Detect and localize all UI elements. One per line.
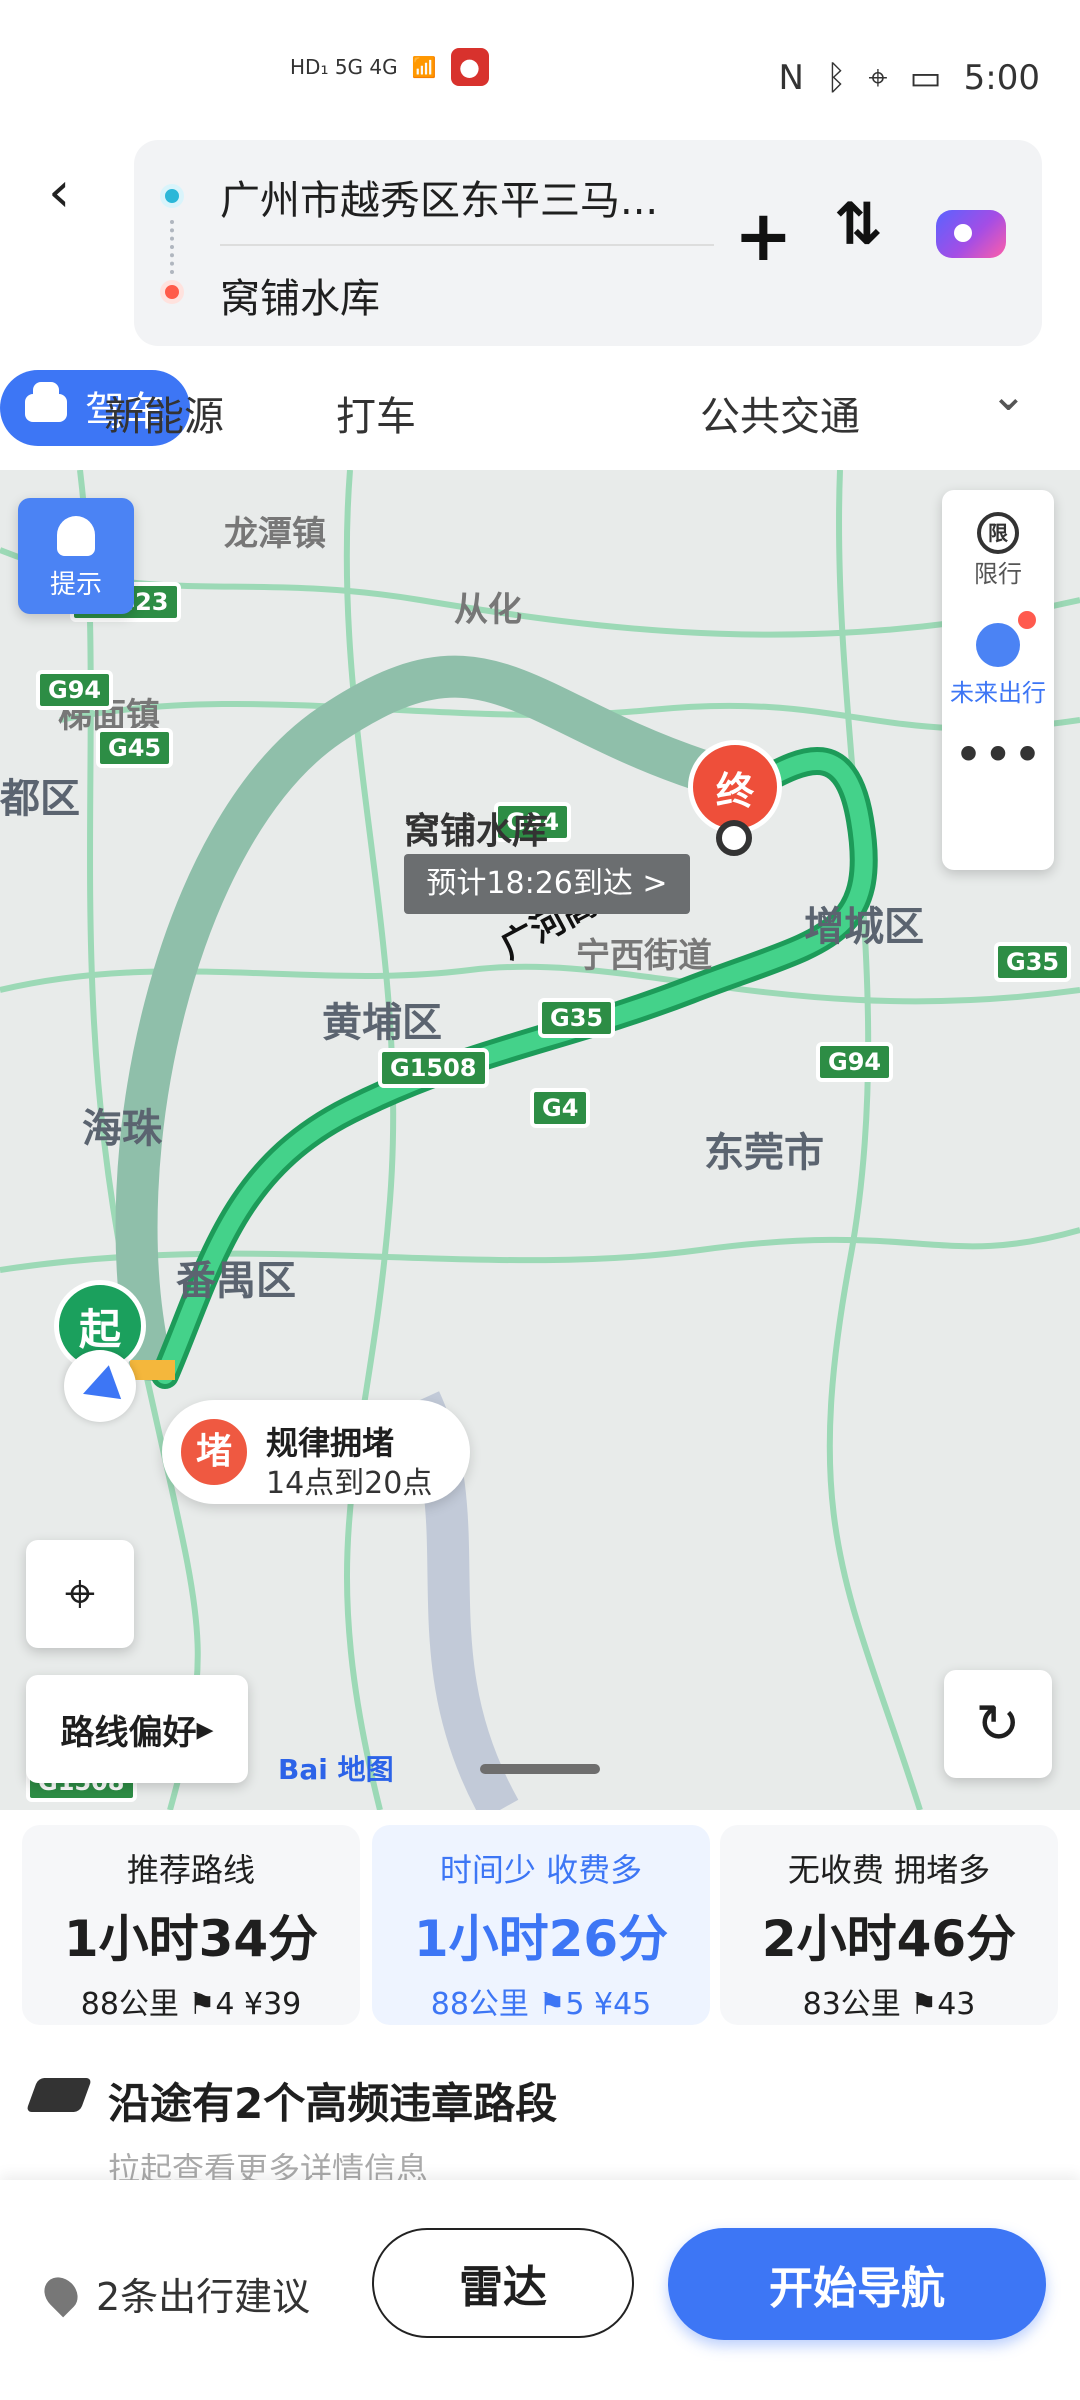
alert-label: 提示	[49, 570, 102, 600]
map-logo-text: 地图	[337, 1753, 394, 1786]
road-badge-g45: G45	[96, 728, 174, 768]
start-navigation-button[interactable]: 开始导航	[668, 2228, 1046, 2340]
eta-label[interactable]: 预计18:26到达 >	[404, 854, 690, 914]
travel-advice-label: 2条出行建议	[96, 2275, 311, 2319]
route-map[interactable]: 龙潭镇 从化 梯面镇 都区 黄埔区 宁西街道 增城区 海珠 东莞市 番禺区 广河…	[0, 470, 1080, 1810]
route-option-no-toll[interactable]: 无收费 拥堵多 2小时46分 83公里 ⚑43	[720, 1825, 1058, 2025]
road-badge-g94-east: G94	[816, 1042, 894, 1082]
route-time: 2小时46分	[761, 1910, 1017, 1968]
camera-icon	[25, 2078, 93, 2112]
origin-input[interactable]: 广州市越秀区东平三马...	[220, 168, 700, 226]
battery-icon: ▭	[909, 58, 942, 98]
route-meta: 83公里 ⚑43	[802, 1987, 976, 2022]
caret-right-icon: ▸	[196, 1709, 214, 1749]
route-tag: 推荐路线	[126, 1851, 255, 1889]
road-badge-g4: G4	[530, 1088, 591, 1128]
map-label-zengcheng: 增城区	[804, 904, 924, 950]
route-tag: 无收费 拥堵多	[787, 1851, 991, 1889]
map-label-huangpu: 黄埔区	[322, 1000, 442, 1046]
route-meta: 88公里 ⚑5 ¥45	[430, 1987, 652, 2022]
traffic-congestion-card[interactable]: 堵 规律拥堵 14点到20点	[162, 1400, 470, 1504]
road-badge-g35-east: G35	[994, 942, 1072, 982]
violation-title: 沿途有2个高频违章路段	[108, 2079, 558, 2128]
route-meta: 88公里 ⚑4 ¥39	[80, 1987, 302, 2022]
map-label-longtan: 龙潭镇	[224, 514, 326, 554]
traffic-limit-icon: 限	[977, 512, 1019, 554]
destination-map-label: 窝铺水库	[404, 811, 549, 852]
ai-assistant-icon[interactable]	[936, 210, 1006, 258]
add-stop-button[interactable]: +	[734, 195, 793, 277]
network-status: HD₁ 5G 4G 📶 ●	[290, 48, 489, 86]
route-time: 1小时34分	[63, 1910, 319, 1968]
baidu-logo-text: Bai	[278, 1753, 328, 1786]
network-text: HD₁ 5G 4G	[290, 55, 398, 79]
route-option-recommended[interactable]: 推荐路线 1小时34分 88公里 ⚑4 ¥39	[22, 1825, 360, 2025]
map-label-district: 都区	[0, 776, 80, 822]
map-label-ningxi: 宁西街道	[576, 936, 712, 976]
congestion-icon: 堵	[176, 1414, 252, 1490]
locate-button[interactable]: ⌖	[26, 1540, 134, 1648]
future-travel-icon	[976, 611, 1036, 667]
more-options-icon[interactable]: •••	[942, 726, 1054, 784]
map-tools-panel: 限 限行 未来出行 •••	[942, 490, 1054, 870]
swap-route-button[interactable]: ⇅	[834, 190, 883, 258]
system-status: N ᛒ ⌖ ▭ 5:00	[779, 58, 1040, 98]
clock: 5:00	[963, 58, 1040, 98]
chevron-down-icon[interactable]: ⌄	[990, 370, 1027, 421]
input-divider	[220, 244, 714, 246]
baidu-map-logo: Bai 地图	[278, 1748, 394, 1788]
route-search-card: 广州市越秀区东平三马... 窝铺水库 + ⇅	[134, 140, 1042, 346]
transport-tabs: 新能源 打车 驾车 公共交通 ⌄	[0, 370, 1080, 460]
congestion-time: 14点到20点	[266, 1466, 433, 1501]
travel-advice[interactable]: 2条出行建议	[37, 2266, 311, 2321]
nfc-icon: N	[778, 58, 804, 98]
tab-public-transit[interactable]: 公共交通	[700, 384, 860, 442]
route-time: 1小时26分	[413, 1910, 669, 1968]
road-badge-g1508: G1508	[378, 1048, 489, 1088]
route-tag: 时间少 收费多	[439, 1851, 643, 1889]
road-badge-g35-center: G35	[538, 998, 616, 1038]
current-location-arrow-icon	[64, 1350, 136, 1422]
microphone-icon: ●	[450, 48, 489, 86]
back-button[interactable]: ‹	[48, 160, 98, 230]
map-label-panyu: 番禺区	[176, 1258, 296, 1304]
location-icon: ⌖	[868, 58, 888, 98]
refresh-route-button[interactable]: ↻	[944, 1670, 1052, 1778]
map-canvas	[0, 470, 1080, 1810]
bottom-action-bar: 2条出行建议 雷达 开始导航	[0, 2180, 1080, 2400]
destination-point-icon	[160, 280, 184, 304]
alert-button[interactable]: 提示	[18, 498, 134, 614]
route-preference-button[interactable]: 路线偏好 ▸	[26, 1675, 248, 1783]
map-label-conghua: 从化	[454, 590, 522, 630]
road-badge-g94-west: G94	[36, 670, 114, 710]
car-icon	[25, 382, 67, 422]
route-connector	[170, 220, 174, 274]
map-pin-icon	[37, 2270, 85, 2317]
status-bar: HD₁ 5G 4G 📶 ● N ᛒ ⌖ ▭ 5:00	[0, 0, 1080, 130]
violation-summary[interactable]: 沿途有2个高频违章路段 拉起查看更多详情信息	[25, 2070, 1052, 2188]
sheet-drag-handle[interactable]	[480, 1764, 600, 1774]
radar-button[interactable]: 雷达	[372, 2228, 634, 2338]
future-travel-button[interactable]: 未来出行	[942, 673, 1054, 708]
tab-new-energy[interactable]: 新能源	[104, 384, 224, 442]
map-label-haizhu: 海珠	[82, 1106, 162, 1152]
traffic-limit-button[interactable]: 限行	[942, 554, 1054, 589]
wifi-icon: 📶	[411, 55, 437, 79]
destination-pin-icon	[716, 820, 752, 856]
route-option-fastest[interactable]: 时间少 收费多 1小时26分 88公里 ⚑5 ¥45	[372, 1825, 710, 2025]
route-preference-label: 路线偏好	[60, 1712, 197, 1753]
map-label-dongguan: 东莞市	[704, 1130, 824, 1176]
destination-input[interactable]: 窝铺水库	[220, 266, 380, 324]
tab-taxi[interactable]: 打车	[336, 384, 416, 442]
bluetooth-icon: ᛒ	[825, 58, 847, 98]
bell-icon	[57, 516, 95, 556]
route-options: 推荐路线 1小时34分 88公里 ⚑4 ¥39 时间少 收费多 1小时26分 8…	[0, 1815, 1080, 2030]
start-point-icon	[160, 184, 184, 208]
